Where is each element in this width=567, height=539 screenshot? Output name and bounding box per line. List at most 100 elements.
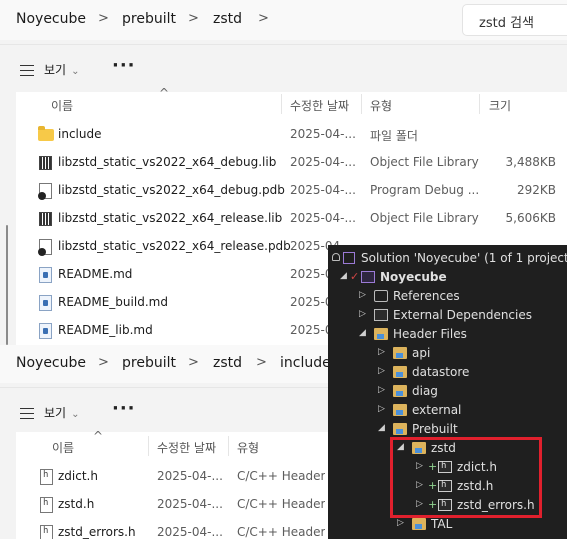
- tree-item-label: diag: [412, 384, 438, 398]
- chevron-right-icon[interactable]: >: [188, 11, 199, 26]
- file-size: 5,606KB: [505, 211, 556, 225]
- tree-item-references[interactable]: ▷ References: [328, 287, 567, 306]
- folder-icon: [38, 126, 54, 141]
- file-row[interactable]: libzstd_static_vs2022_x64_debug.lib 2025…: [16, 149, 567, 177]
- collapsed-arrow-icon[interactable]: ▷: [378, 347, 385, 357]
- column-divider[interactable]: [148, 436, 149, 456]
- column-divider[interactable]: [361, 94, 362, 114]
- solution-title: Solution 'Noyecube' (1 of 1 project): [361, 251, 567, 265]
- collapsed-arrow-icon[interactable]: ▷: [359, 290, 366, 300]
- tree-item-label: TAL: [431, 517, 453, 531]
- tree-item-label: Prebuilt: [412, 422, 458, 436]
- breadcrumb-zstd[interactable]: zstd: [213, 355, 242, 371]
- file-row[interactable]: zstd.h 2025-04-... C/C++ Header: [16, 491, 328, 519]
- more-options-button[interactable]: ···: [112, 398, 136, 419]
- collapsed-arrow-icon[interactable]: ▷: [397, 518, 404, 528]
- filter-folder-icon: [393, 385, 407, 397]
- file-name: libzstd_static_vs2022_x64_release.pdb: [58, 239, 291, 253]
- tree-item-header-files[interactable]: ◢ Header Files: [328, 325, 567, 344]
- file-name: README_lib.md: [58, 323, 153, 337]
- header-file-icon: [40, 469, 53, 485]
- chevron-right-icon[interactable]: >: [98, 355, 109, 370]
- view-button[interactable]: 보기 ⌄: [20, 61, 79, 78]
- breadcrumb-prebuilt[interactable]: prebuilt: [122, 355, 176, 371]
- breadcrumb-noyecube[interactable]: Noyecube: [16, 11, 86, 27]
- md-file-icon: [39, 323, 52, 339]
- address-bar[interactable]: Noyecube > prebuilt > zstd > include: [0, 345, 331, 383]
- chevron-right-icon[interactable]: >: [188, 355, 199, 370]
- solution-root[interactable]: Solution 'Noyecube' (1 of 1 project): [328, 249, 567, 268]
- tree-item-external[interactable]: ▷ external: [328, 401, 567, 420]
- file-date: 2025-04-...: [290, 127, 356, 141]
- chevron-right-icon[interactable]: >: [256, 355, 267, 370]
- chevron-right-icon[interactable]: >: [258, 11, 269, 26]
- file-date: 2025-04-...: [290, 155, 356, 169]
- breadcrumb-include[interactable]: include: [280, 355, 331, 371]
- list-view-icon: [20, 65, 34, 76]
- collapsed-arrow-icon[interactable]: ▷: [378, 366, 385, 376]
- breadcrumb-noyecube[interactable]: Noyecube: [16, 355, 86, 371]
- tree-item-label: Header Files: [393, 327, 467, 341]
- project-icon: [361, 271, 375, 283]
- vertical-scrollbar[interactable]: [6, 225, 8, 345]
- collapsed-arrow-icon[interactable]: ▷: [378, 385, 385, 395]
- column-header-name[interactable]: 이름: [51, 97, 73, 114]
- collapsed-arrow-icon[interactable]: ▷: [378, 404, 385, 414]
- file-type: Program Debug ...: [370, 183, 480, 197]
- file-name: README.md: [58, 267, 133, 281]
- column-header-type[interactable]: 유형: [370, 97, 392, 114]
- filter-folder-icon: [393, 423, 407, 435]
- file-type: Object File Library: [370, 155, 479, 169]
- column-divider[interactable]: [228, 436, 229, 456]
- column-header-date[interactable]: 수정한 날짜: [157, 439, 216, 456]
- view-button[interactable]: 보기 ⌄: [20, 404, 79, 421]
- collapsed-arrow-icon[interactable]: ▷: [359, 309, 366, 319]
- tree-item-label: datastore: [412, 365, 470, 379]
- address-bar[interactable]: Noyecube > prebuilt > zstd > zstd 검색: [0, 0, 567, 40]
- column-divider[interactable]: [281, 94, 282, 114]
- command-bar: 보기 ⌄ ···: [0, 44, 567, 97]
- highlight-box: [390, 437, 542, 518]
- filter-folder-icon: [393, 347, 407, 359]
- column-header-name[interactable]: 이름: [52, 439, 74, 456]
- file-row[interactable]: zstd_errors.h 2025-04-... C/C++ Header: [16, 519, 328, 539]
- expanded-arrow-icon[interactable]: ◢: [359, 328, 366, 338]
- tree-item-external-dependencies[interactable]: ▷ External Dependencies: [328, 306, 567, 325]
- search-input[interactable]: zstd 검색: [462, 4, 567, 36]
- breadcrumb-prebuilt[interactable]: prebuilt: [122, 11, 176, 27]
- filter-folder-icon: [393, 404, 407, 416]
- file-row[interactable]: libzstd_static_vs2022_x64_release.lib 20…: [16, 205, 567, 233]
- checkmark-icon: ✓: [350, 270, 360, 283]
- column-divider[interactable]: [479, 94, 480, 114]
- chevron-down-icon: ⌄: [71, 66, 80, 77]
- tree-item-datastore[interactable]: ▷ datastore: [328, 363, 567, 382]
- tree-item-api[interactable]: ▷ api: [328, 344, 567, 363]
- filter-folder-icon: [393, 366, 407, 378]
- md-file-icon: [39, 267, 52, 283]
- pdb-file-icon: [38, 239, 52, 256]
- column-header-type[interactable]: 유형: [237, 439, 259, 456]
- pdb-file-icon: [38, 183, 52, 200]
- file-size: 3,488KB: [505, 155, 556, 169]
- expanded-arrow-icon[interactable]: ◢: [378, 423, 385, 433]
- more-options-button[interactable]: ···: [112, 55, 136, 76]
- column-header-size[interactable]: 크기: [489, 97, 511, 114]
- file-row[interactable]: include 2025-04-... 파일 폴더: [16, 121, 567, 149]
- column-header-date[interactable]: 수정한 날짜: [290, 97, 349, 114]
- tree-item-noyecube[interactable]: ◢ ✓ Noyecube: [328, 268, 567, 287]
- chevron-right-icon[interactable]: >: [98, 11, 109, 26]
- references-icon: [374, 290, 388, 302]
- breadcrumb-zstd[interactable]: zstd: [213, 11, 242, 27]
- file-name: include: [58, 127, 102, 141]
- md-file-icon: [39, 295, 52, 311]
- chevron-down-icon: ⌄: [71, 409, 80, 420]
- tree-item-diag[interactable]: ▷ diag: [328, 382, 567, 401]
- list-view-icon: [20, 408, 34, 419]
- expanded-arrow-icon[interactable]: ◢: [340, 271, 347, 281]
- lib-file-icon: [39, 156, 52, 170]
- file-row[interactable]: libzstd_static_vs2022_x64_debug.pdb 2025…: [16, 177, 567, 205]
- filter-folder-icon: [412, 518, 426, 530]
- file-row[interactable]: zdict.h 2025-04-... C/C++ Header: [16, 463, 328, 491]
- tree-item-label: external: [412, 403, 462, 417]
- file-name: libzstd_static_vs2022_x64_debug.pdb: [58, 183, 285, 197]
